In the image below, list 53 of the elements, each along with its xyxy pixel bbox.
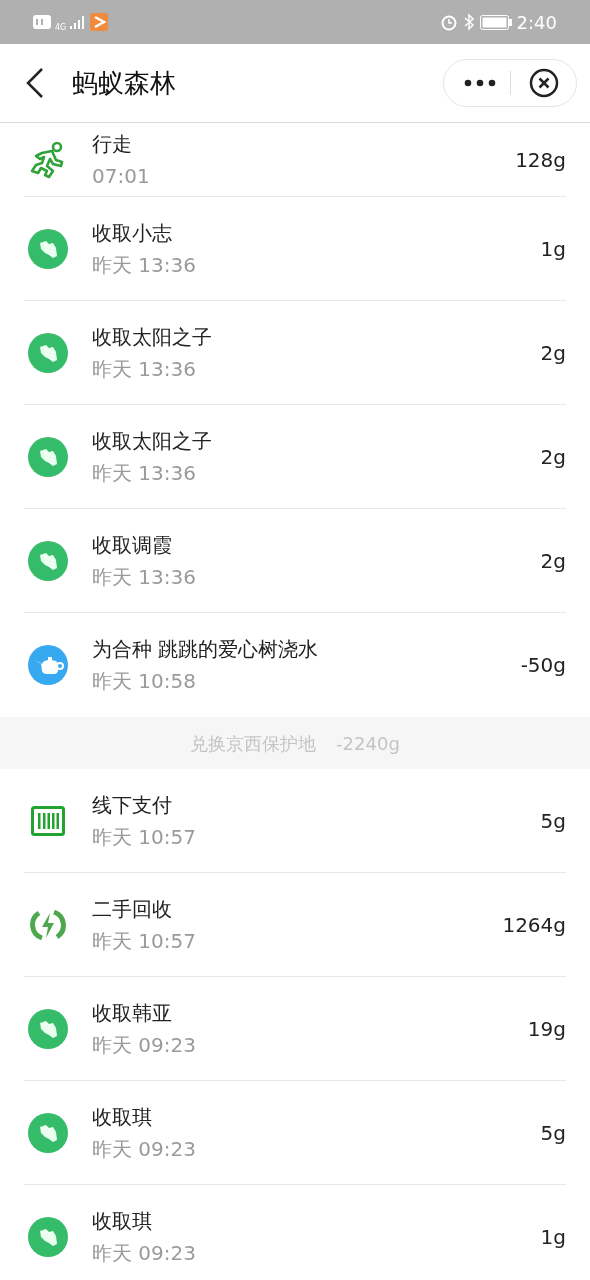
record-amount: 1g — [540, 235, 566, 263]
network-label: 4G — [55, 24, 67, 32]
record-title: 收取太阳之子 — [92, 427, 212, 455]
app-icon — [90, 13, 109, 31]
hand-icon — [28, 1008, 68, 1049]
record-amount: 2g — [540, 443, 566, 471]
hand-icon — [28, 228, 68, 269]
hand-icon — [28, 1217, 68, 1257]
record-time: 昨天 10:57 — [92, 823, 196, 851]
record-amount: 128g — [515, 146, 566, 174]
record-title: 收取调霞 — [92, 531, 173, 559]
hand-icon — [28, 332, 68, 373]
record-title: 二手回收 — [92, 895, 173, 923]
record-time: 昨天 13:36 — [92, 355, 197, 383]
record-time: 昨天 09:23 — [92, 1240, 196, 1267]
close-icon[interactable] — [529, 68, 559, 98]
record-time: 昨天 13:36 — [92, 251, 196, 279]
watering-can-icon — [28, 645, 68, 685]
page-title: 蚂蚁森林 — [72, 66, 176, 100]
battery-icon — [479, 14, 512, 30]
record-title: 行走 — [92, 130, 133, 158]
record-title: 收取琪 — [92, 1208, 153, 1235]
record-title: 收取小志 — [92, 219, 173, 247]
signal-icon — [70, 15, 87, 29]
alarm-icon — [439, 13, 458, 31]
record-time: 昨天 13:36 — [92, 563, 196, 591]
record-amount: 1264g — [502, 911, 566, 939]
record-time: 07:01 — [92, 162, 150, 190]
record-amount: -50g — [520, 652, 566, 679]
record-time: 昨天 09:23 — [92, 1031, 196, 1059]
record-title: 线下支付 — [92, 791, 173, 819]
record-amount: 19g — [527, 1015, 566, 1043]
record-amount: 5g — [540, 1119, 566, 1147]
record-time: 昨天 13:36 — [92, 459, 197, 487]
hand-icon — [28, 1112, 68, 1153]
record-amount: 2g — [540, 547, 566, 575]
record-amount: 1g — [540, 1224, 566, 1251]
record-title: 收取韩亚 — [92, 999, 173, 1027]
record-title: 收取琪 — [92, 1103, 153, 1131]
more-icon[interactable] — [464, 79, 496, 87]
back-icon[interactable] — [24, 67, 46, 99]
hand-icon — [28, 436, 68, 477]
barcode-icon — [31, 805, 65, 836]
hand-icon — [28, 540, 68, 581]
record-amount: 2g — [540, 339, 566, 367]
record-title: 为合种 跳跳的爱心树浇水 — [92, 636, 319, 663]
record-amount: 5g — [540, 807, 566, 835]
bluetooth-icon — [462, 13, 475, 31]
record-time: 昨天 10:57 — [92, 927, 196, 955]
record-title: 收取太阳之子 — [92, 323, 212, 351]
record-time: 昨天 09:23 — [92, 1135, 196, 1163]
status-time: 2:40 — [516, 10, 557, 35]
record-time: 昨天 10:58 — [92, 668, 197, 695]
